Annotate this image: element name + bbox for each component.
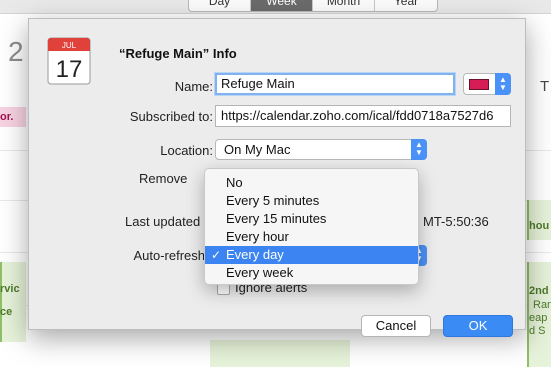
column-heading: T	[540, 78, 550, 95]
event-text-right: hou	[529, 220, 550, 232]
tab-year[interactable]: Year	[375, 0, 437, 11]
location-select[interactable]: On My Mac ▲ ▼	[215, 139, 427, 160]
color-picker[interactable]: ▲ ▼	[463, 73, 511, 95]
auto-refresh-label: Auto-refresh	[133, 248, 205, 263]
location-value: On My Mac	[224, 142, 291, 157]
calendar-icon-month: JUL	[62, 41, 77, 50]
name-label: Name:	[174, 79, 213, 94]
tab-week[interactable]: Week	[251, 0, 313, 11]
event-text-right: Ran	[533, 299, 551, 311]
last-updated-label: Last updated	[125, 214, 201, 229]
menu-item-every-day[interactable]: ✓ Every day	[205, 246, 418, 264]
color-swatch	[469, 79, 489, 90]
menu-item-every-5-minutes[interactable]: Every 5 minutes	[205, 192, 418, 210]
menu-item-label: Every day	[226, 247, 284, 262]
subscription-url-field[interactable]: https://calendar.zoho.com/ical/fdd0718a7…	[215, 105, 511, 127]
menu-item-every-week[interactable]: Every week	[205, 264, 418, 282]
last-updated-value: MT-5:50:36	[423, 214, 489, 229]
location-label: Location:	[160, 143, 213, 158]
event-text-left: ce	[0, 306, 13, 318]
name-input[interactable]: Refuge Main	[215, 73, 455, 95]
ok-button[interactable]: OK	[443, 315, 513, 337]
dialog-title: “Refuge Main” Info	[119, 46, 237, 61]
cancel-button[interactable]: Cancel	[361, 315, 431, 337]
view-segmented-control: Day Week Month Year	[188, 0, 438, 12]
day-number: 2	[8, 36, 24, 67]
chevron-updown-icon: ▲▼	[411, 139, 427, 160]
event-pink[interactable]: or.	[0, 107, 26, 127]
calendar-icon-day: 17	[56, 56, 83, 83]
menu-item-every-15-minutes[interactable]: Every 15 minutes	[205, 210, 418, 228]
subscribed-label: Subscribed to:	[129, 109, 213, 124]
event-text-right: d S	[529, 325, 546, 337]
event-text-right: eap	[529, 312, 548, 324]
menu-item-no[interactable]: No	[205, 174, 418, 192]
event-text-right: 2nd	[529, 285, 549, 297]
tab-month[interactable]: Month	[313, 0, 375, 11]
menu-item-every-hour[interactable]: Every hour	[205, 228, 418, 246]
event-text-left: rvic	[0, 283, 20, 295]
remove-label: Remove	[139, 171, 188, 186]
checkmark-icon: ✓	[211, 248, 222, 262]
chevron-updown-icon: ▲▼	[495, 73, 511, 95]
event-block-bottom[interactable]	[210, 340, 350, 367]
calendar-icon: JUL 17	[47, 37, 91, 85]
tab-day[interactable]: Day	[189, 0, 251, 11]
event-block-left[interactable]	[0, 262, 26, 342]
auto-refresh-menu: No Every 5 minutes Every 15 minutes Ever…	[204, 168, 419, 285]
